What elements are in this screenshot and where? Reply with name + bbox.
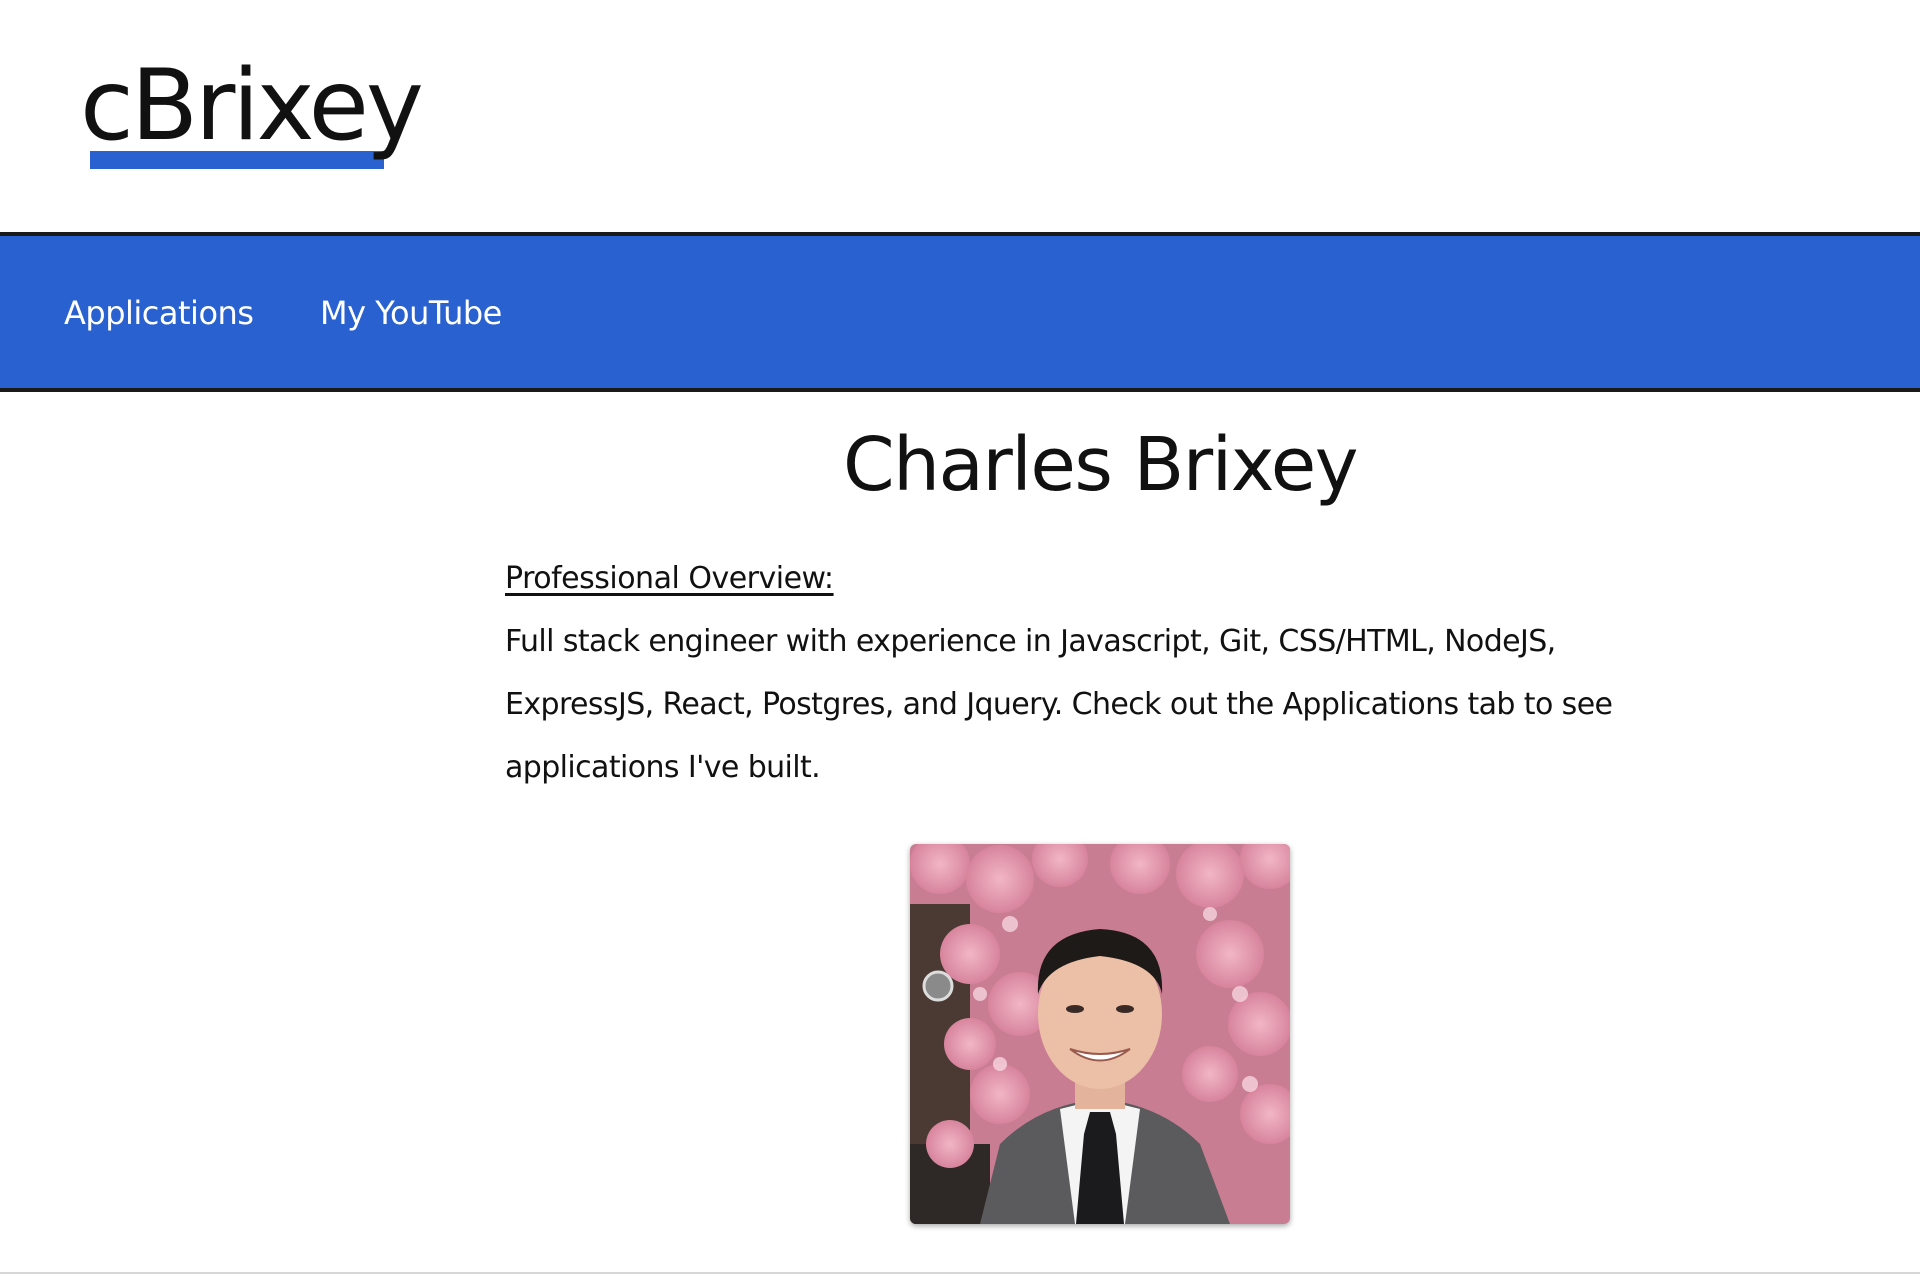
overview-body: Full stack engineer with experience in J… [505,624,1613,785]
main-content: Charles Brixey Professional Overview: Fu… [0,392,1920,1277]
bottom-divider [0,1272,1920,1274]
page-title-container: Charles Brixey [0,392,1920,532]
main-nav: Applications My YouTube [0,232,1920,392]
professional-overview: Professional Overview: Full stack engine… [505,547,1705,799]
logo-text: cBrixey [80,49,424,163]
profile-photo [910,844,1290,1224]
profile-photo-image [910,844,1290,1224]
page-title: Charles Brixey [842,422,1359,508]
overview-heading: Professional Overview: [505,561,834,596]
nav-item-my-youtube[interactable]: My YouTube [320,294,502,332]
site-header: cBrixey [0,0,1920,232]
site-logo[interactable]: cBrixey [80,48,460,178]
nav-item-applications[interactable]: Applications [64,294,254,332]
